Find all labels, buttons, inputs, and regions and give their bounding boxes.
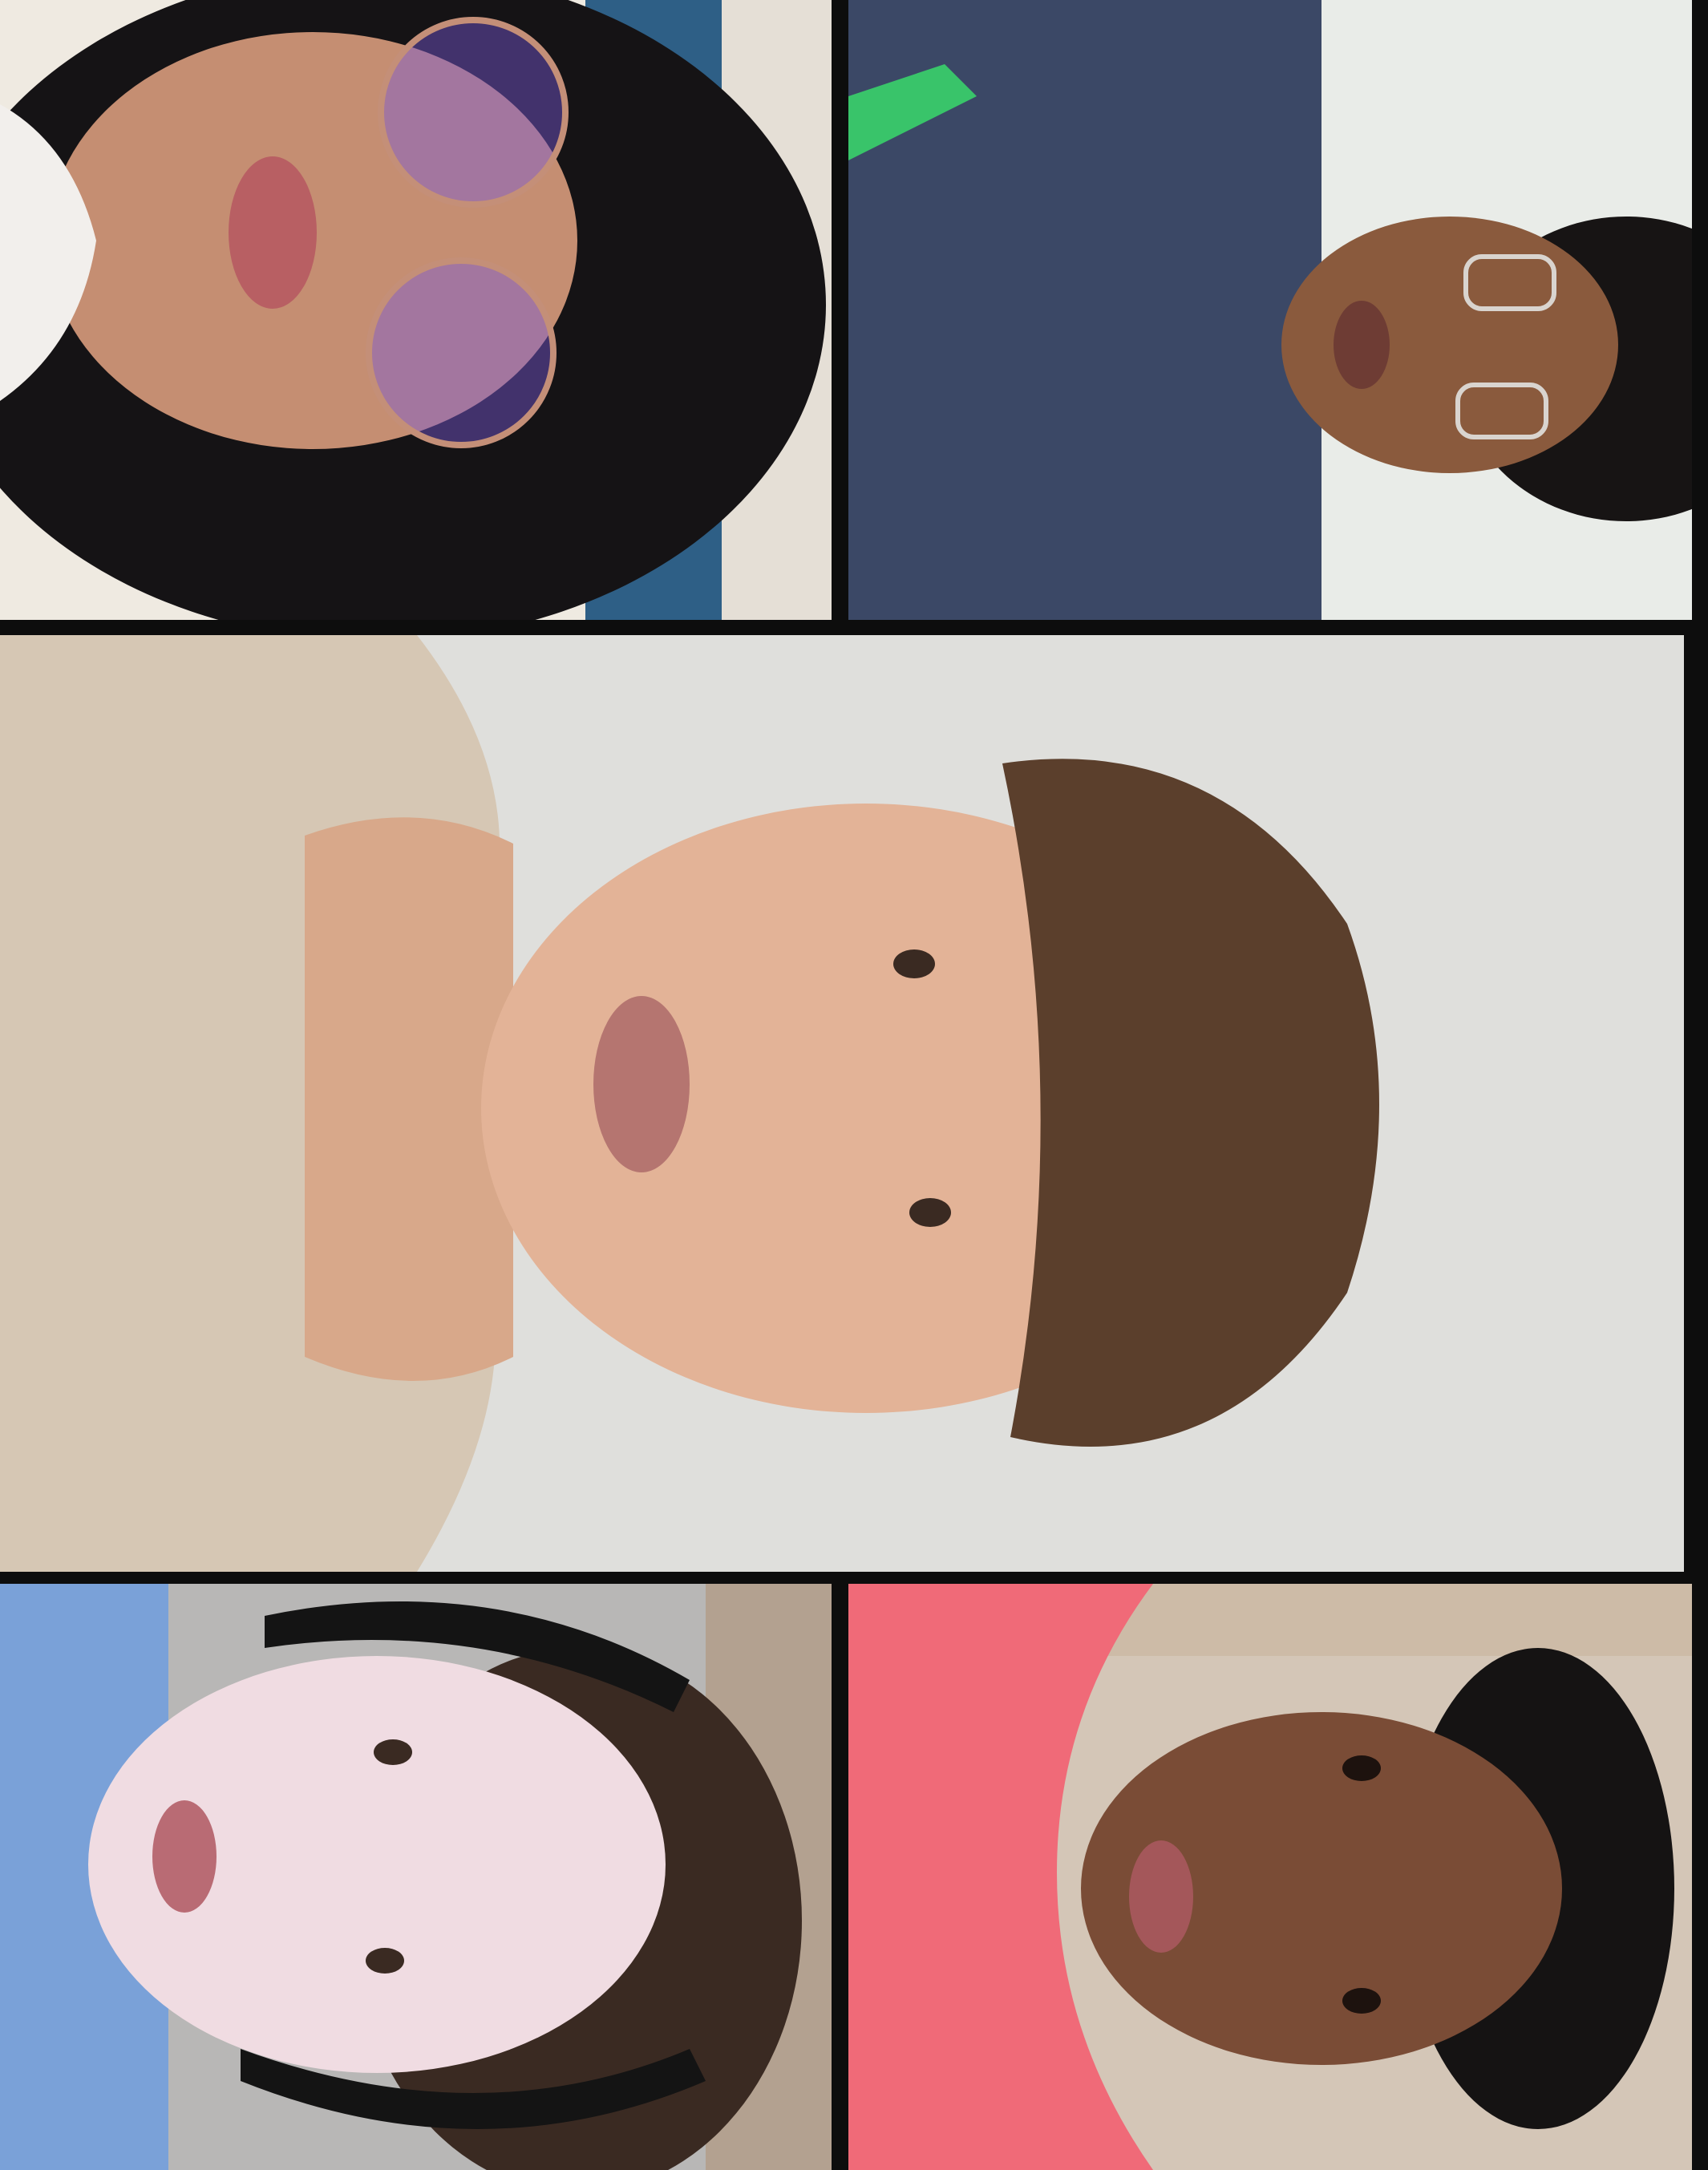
participant-tile-featured[interactable]	[0, 635, 1684, 1572]
participant-video-feed	[0, 1584, 832, 2170]
participant-video-feed	[0, 635, 1684, 1572]
video-call-grid	[0, 0, 1708, 2170]
participant-video-feed	[848, 1584, 1692, 2170]
participant-tile-bottom-right[interactable]	[848, 1584, 1692, 2170]
participant-tile-top-right[interactable]	[848, 0, 1692, 620]
participant-video-feed	[0, 0, 832, 620]
participant-tile-bottom-left[interactable]	[0, 1584, 832, 2170]
participant-video-feed	[848, 0, 1692, 620]
participant-tile-top-left[interactable]	[0, 0, 832, 620]
